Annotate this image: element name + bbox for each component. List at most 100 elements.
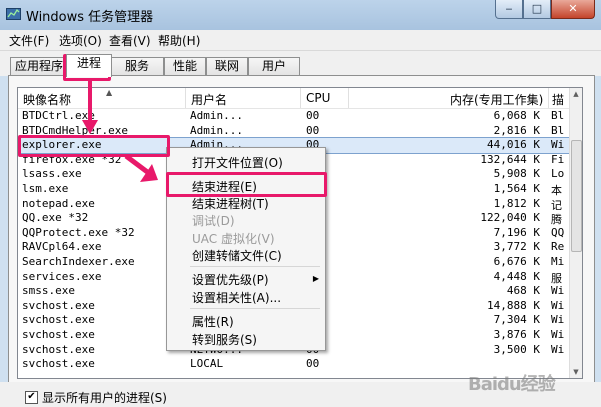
scroll-down-icon[interactable]: ▼ bbox=[570, 366, 582, 378]
highlight-end-process bbox=[166, 172, 327, 197]
cell-desc: Wi bbox=[551, 138, 565, 152]
vertical-scrollbar[interactable]: ▲ ▼ bbox=[569, 88, 582, 378]
cell-name: svchost.exe bbox=[22, 313, 95, 327]
cell-name: QQProtect.exe *32 bbox=[22, 225, 135, 239]
cell-desc: Wi bbox=[551, 328, 565, 341]
cell-mem: 122,040 K bbox=[480, 211, 540, 225]
menu-help[interactable]: 帮助(H) bbox=[158, 32, 200, 49]
cell-desc: 记 bbox=[551, 198, 562, 212]
cell-desc: 服 bbox=[551, 271, 562, 285]
task-manager-icon bbox=[6, 8, 21, 20]
cell-name: BTDCtrl.exe bbox=[22, 109, 95, 122]
cell-desc: Wi bbox=[551, 298, 565, 312]
cell-name: QQ.exe *32 bbox=[22, 211, 89, 225]
submenu-arrow-icon: ▶ bbox=[312, 274, 319, 283]
tab-applications[interactable]: 应用程序 bbox=[10, 57, 68, 76]
scroll-thumb[interactable] bbox=[571, 140, 582, 252]
cell-mem: 7,304 K bbox=[493, 313, 540, 327]
cell-user: LOCAL bbox=[190, 357, 224, 371]
show-all-users-label[interactable]: 显示所有用户的进程(S) bbox=[42, 389, 167, 406]
cell-desc: Re bbox=[551, 240, 565, 254]
cell-name: smss.exe bbox=[22, 284, 75, 298]
cell-mem: 6,676 K bbox=[493, 255, 540, 268]
minimize-button[interactable]: ‒ bbox=[495, 0, 523, 19]
ctx-debug: 调试(D) bbox=[192, 214, 235, 228]
cell-mem: 3,876 K bbox=[493, 328, 540, 341]
menu-file[interactable]: 文件(F) bbox=[9, 32, 49, 49]
column-memory[interactable]: 内存(专用工作集) bbox=[450, 91, 543, 108]
cell-name: SearchIndexer.exe bbox=[22, 255, 135, 268]
maximize-button[interactable]: □ bbox=[523, 0, 551, 19]
column-image-name[interactable]: 映像名称 bbox=[23, 91, 71, 108]
window-title: Windows 任务管理器 bbox=[26, 10, 154, 25]
menu-options[interactable]: 选项(O) bbox=[59, 32, 102, 49]
ctx-properties[interactable]: 属性(R) bbox=[192, 313, 234, 330]
cell-desc: Bl bbox=[551, 123, 565, 137]
cell-desc: Bl bbox=[551, 109, 565, 122]
cell-name: svchost.exe bbox=[22, 342, 95, 356]
ctx-set-priority[interactable]: 设置优先级(P) bbox=[192, 271, 269, 288]
highlight-explorer-row bbox=[18, 135, 170, 157]
cell-name: RAVCpl64.exe bbox=[22, 240, 102, 254]
cell-desc: Wi bbox=[551, 313, 565, 327]
ctx-go-to-service[interactable]: 转到服务(S) bbox=[192, 331, 257, 348]
tab-services[interactable]: 服务 bbox=[110, 57, 164, 76]
cell-mem: 1,812 K bbox=[493, 196, 540, 210]
cell-name: services.exe bbox=[22, 269, 102, 283]
tab-networking[interactable]: 联网 bbox=[206, 57, 248, 76]
cell-mem: 1,564 K bbox=[493, 182, 540, 195]
ctx-uac-virtualization: UAC 虚拟化(V) bbox=[192, 232, 275, 246]
cell-user: Admin... bbox=[190, 123, 243, 137]
list-header: 映像名称 ▲ 用户名 CPU 内存(专用工作集) 描 bbox=[18, 88, 570, 109]
cell-mem: 6,068 K bbox=[493, 109, 540, 122]
column-user-name[interactable]: 用户名 bbox=[191, 91, 227, 108]
table-row[interactable]: BTDCtrl.exe Admin... 00 6,068 K Bl bbox=[18, 109, 570, 124]
ctx-end-process-tree[interactable]: 结束进程树(T) bbox=[192, 195, 269, 212]
cell-mem: 14,888 K bbox=[487, 298, 540, 312]
cell-mem: 3,772 K bbox=[493, 240, 540, 254]
cell-name: notepad.exe bbox=[22, 196, 95, 210]
cell-desc: Wi bbox=[551, 284, 565, 298]
baidu-watermark: Baidu经验 bbox=[468, 374, 556, 395]
cell-desc: Mi bbox=[551, 255, 565, 268]
show-all-users-checkbox[interactable]: ✔ bbox=[25, 391, 38, 404]
tab-users[interactable]: 用户 bbox=[248, 57, 300, 76]
title-bar: Windows 任务管理器 ‒ □ ✕ bbox=[0, 0, 601, 30]
cell-mem: 132,644 K bbox=[480, 152, 540, 166]
cell-mem: 2,816 K bbox=[493, 123, 540, 137]
cell-mem: 7,196 K bbox=[493, 225, 540, 239]
cell-mem: 4,448 K bbox=[493, 269, 540, 283]
tab-processes[interactable]: 进程 bbox=[66, 54, 112, 77]
cell-cpu: 00 bbox=[306, 123, 320, 137]
ctx-open-file-location[interactable]: 打开文件位置(O) bbox=[192, 154, 283, 171]
sort-up-icon: ▲ bbox=[106, 88, 113, 97]
tab-strip: 应用程序 进程 服务 性能 联网 用户 bbox=[0, 51, 601, 77]
cell-desc: 本 bbox=[551, 184, 562, 197]
cell-name: svchost.exe bbox=[22, 328, 95, 341]
cell-name: svchost.exe bbox=[22, 357, 95, 371]
cell-mem: 44,016 K bbox=[487, 138, 540, 152]
cell-name: svchost.exe bbox=[22, 298, 95, 312]
cell-mem: 468 K bbox=[506, 284, 540, 298]
menu-view[interactable]: 查看(V) bbox=[109, 32, 151, 49]
cell-mem: 5,908 K bbox=[493, 167, 540, 181]
cell-user: Admin... bbox=[190, 109, 243, 122]
tab-performance[interactable]: 性能 bbox=[164, 57, 206, 76]
cell-desc: QQ bbox=[551, 225, 565, 239]
cell-name: lsass.exe bbox=[22, 167, 82, 181]
column-description[interactable]: 描 bbox=[552, 91, 564, 108]
cell-desc: Wi bbox=[551, 342, 565, 356]
cell-desc: Lo bbox=[551, 167, 565, 181]
cell-desc: Fi bbox=[551, 152, 565, 166]
cell-cpu: 00 bbox=[306, 357, 320, 371]
ctx-create-dump-file[interactable]: 创建转储文件(C) bbox=[192, 247, 282, 264]
cell-mem: 3,500 K bbox=[493, 342, 540, 356]
ctx-set-affinity[interactable]: 设置相关性(A)... bbox=[192, 289, 281, 306]
close-button[interactable]: ✕ bbox=[551, 0, 595, 19]
menu-bar: 文件(F) 选项(O) 查看(V) 帮助(H) bbox=[0, 30, 601, 51]
cell-name: lsm.exe bbox=[22, 182, 69, 195]
cell-cpu: 00 bbox=[306, 109, 320, 122]
cell-desc: 腾 bbox=[551, 213, 562, 227]
scroll-up-icon[interactable]: ▲ bbox=[570, 88, 582, 100]
column-cpu[interactable]: CPU bbox=[306, 91, 330, 105]
